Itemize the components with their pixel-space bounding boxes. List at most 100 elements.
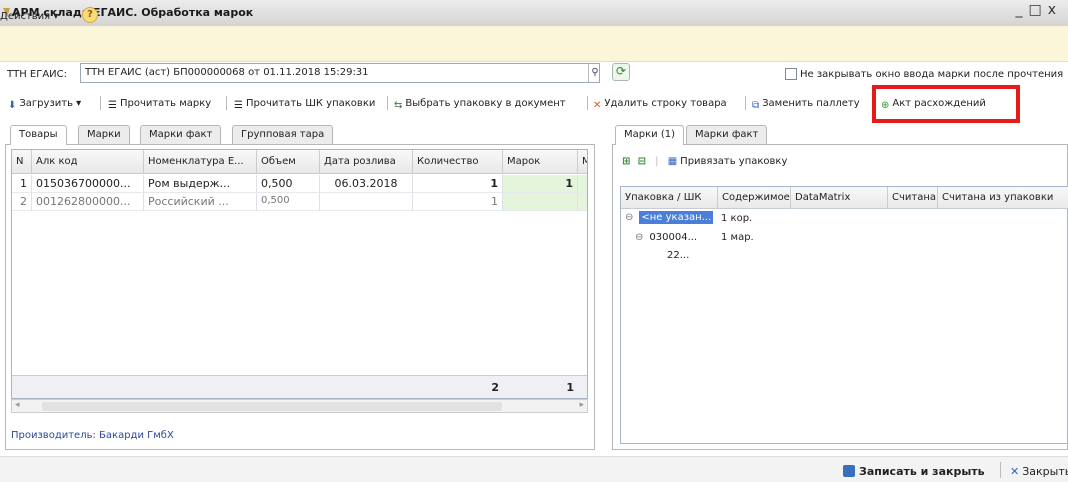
tree-row[interactable]: ⊖ 030004... 1 мар.	[635, 232, 754, 250]
pack-content: 1 кор.	[721, 213, 753, 224]
table-icon: ▦	[667, 156, 678, 167]
tab-marks[interactable]: Марки	[78, 125, 130, 144]
col-read[interactable]: Считана	[888, 187, 938, 209]
toolbar-separator	[745, 96, 746, 110]
collapse-node-icon[interactable]: ⊖	[635, 232, 643, 243]
expand-tree-icon[interactable]: ⊞	[622, 156, 630, 167]
pack-content: 1 мар.	[721, 232, 754, 243]
barcode-icon: ☰	[108, 100, 117, 111]
nomenclature-cell: Ром выдерж...	[144, 175, 257, 193]
collapse-node-icon[interactable]: ⊖	[625, 212, 633, 223]
marks-cell: 1	[503, 175, 578, 193]
goods-table-header: N Алк код Номенклатура Е... Объем Дата р…	[12, 150, 587, 174]
select-pack-button[interactable]: ⇆ Выбрать упаковку в документ	[394, 98, 566, 111]
keep-open-checkbox[interactable]	[785, 68, 797, 80]
tab-marks-count[interactable]: Марки (1)	[615, 125, 684, 145]
col-marks[interactable]: Марок	[503, 150, 578, 174]
toolbar-separator	[387, 96, 388, 110]
document-field[interactable]: ТТН ЕГАИС (аст) БП000000068 от 01.11.201…	[80, 63, 600, 83]
ma-cell	[578, 193, 587, 211]
replace-pallet-button[interactable]: ⧉ Заменить паллету	[752, 98, 860, 111]
bottling-date-cell	[320, 193, 413, 211]
volume-cell: 0,500	[257, 193, 320, 211]
row-number: 1	[12, 175, 32, 193]
goods-table[interactable]: N Алк код Номенклатура Е... Объем Дата р…	[11, 149, 588, 399]
tab-marks-fact-right[interactable]: Марки факт	[686, 125, 768, 144]
tree-row[interactable]: 22...	[667, 250, 689, 268]
col-quantity[interactable]: Количество	[413, 150, 503, 174]
delete-icon: ✕	[593, 100, 602, 111]
row-number: 2	[12, 193, 32, 211]
table-row[interactable]: 1 015036700000... Ром выдерж... 0,500 06…	[12, 175, 587, 193]
maximize-icon[interactable]: □	[1028, 2, 1047, 18]
window-controls[interactable]: _□x	[1015, 2, 1062, 18]
ma-cell	[578, 175, 587, 193]
tab-marks-fact[interactable]: Марки факт	[140, 125, 222, 144]
col-read-from-pack[interactable]: Считана из упаковки	[938, 187, 1068, 209]
load-button[interactable]: ⬇ Загрузить ▾	[8, 98, 81, 111]
highlight-frame	[872, 85, 1020, 123]
col-pack-barcode[interactable]: Упаковка / ШК	[621, 187, 718, 209]
pack-name: <не указан...	[639, 211, 714, 224]
scroll-left-icon[interactable]: ◂	[15, 400, 20, 410]
actions-menu[interactable]: Действия ▾	[0, 11, 58, 22]
col-ma[interactable]: Ма	[578, 150, 587, 174]
save-icon	[843, 465, 855, 477]
alc-code-cell: 015036700000...	[32, 175, 144, 193]
barcode-icon: ☰	[234, 100, 243, 111]
toolbar-separator	[226, 96, 227, 110]
bottom-separator	[1000, 462, 1001, 478]
toolbar-separator	[100, 96, 101, 110]
help-icon[interactable]: ?	[82, 7, 98, 23]
download-icon: ⬇	[8, 100, 17, 111]
col-alc-code[interactable]: Алк код	[32, 150, 144, 174]
minimize-icon[interactable]: _	[1015, 2, 1028, 18]
tab-group-pack[interactable]: Групповая тара	[232, 125, 334, 144]
marks-table-header: Упаковка / ШК Содержимое DataMatrix Счит…	[621, 187, 1068, 209]
pack-name: 030004...	[649, 232, 698, 243]
toolbar-separator	[587, 96, 588, 110]
producer-link[interactable]: Производитель: Бакарди ГмбХ	[11, 430, 174, 441]
menu-bar	[0, 26, 1068, 62]
quantity-cell: 1	[413, 175, 503, 193]
alc-code-cell: 001262800000...	[32, 193, 144, 211]
total-quantity: 2	[491, 381, 499, 394]
collapse-tree-icon[interactable]: ⊟	[638, 156, 646, 167]
col-bottling-date[interactable]: Дата розлива	[320, 150, 413, 174]
refresh-icon[interactable]: ⟳	[612, 63, 630, 81]
search-icon[interactable]: ⚲	[588, 64, 601, 82]
totals-row: 2 1	[12, 375, 587, 398]
close-icon: ✕	[1010, 465, 1020, 478]
quantity-cell: 1	[413, 193, 503, 211]
col-content[interactable]: Содержимое	[718, 187, 791, 209]
total-marks: 1	[566, 381, 574, 394]
document-label: ТТН ЕГАИС:	[7, 69, 68, 80]
read-pack-barcode-button[interactable]: ☰ Прочитать ШК упаковки	[234, 98, 375, 111]
mark-code: 22...	[667, 250, 690, 261]
volume-cell: 0,500	[257, 175, 320, 193]
pallet-icon: ⧉	[752, 100, 760, 111]
table-row[interactable]: 2 001262800000... Российский ... 0,500 1	[12, 193, 587, 211]
col-datamatrix[interactable]: DataMatrix	[791, 187, 888, 209]
col-nomenclature[interactable]: Номенклатура Е...	[144, 150, 257, 174]
close-button[interactable]: ✕ Закрыть	[1010, 465, 1068, 478]
close-window-icon[interactable]: x	[1048, 2, 1062, 18]
bottling-date-cell: 06.03.2018	[320, 175, 413, 193]
pack-select-icon: ⇆	[394, 100, 403, 111]
tree-row[interactable]: ⊖ <не указан... 1 кор.	[625, 211, 752, 230]
keep-open-label: Не закрывать окно ввода марки после проч…	[800, 69, 1064, 80]
col-volume[interactable]: Объем	[257, 150, 320, 174]
save-close-button[interactable]: Записать и закрыть	[843, 465, 985, 478]
nomenclature-cell: Российский ...	[144, 193, 257, 211]
scroll-right-icon[interactable]: ▸	[579, 400, 584, 410]
delete-row-button[interactable]: ✕ Удалить строку товара	[593, 98, 727, 111]
marks-table[interactable]: Упаковка / ШК Содержимое DataMatrix Счит…	[620, 186, 1068, 444]
marks-toolbar: ⊞ ⊟ | ▦ Привязать упаковку	[622, 156, 788, 167]
read-mark-button[interactable]: ☰ Прочитать марку	[108, 98, 211, 111]
tab-goods[interactable]: Товары	[10, 125, 67, 145]
scroll-thumb[interactable]	[42, 402, 502, 411]
horizontal-scrollbar[interactable]: ◂ ▸	[11, 399, 588, 413]
marks-cell	[503, 193, 578, 211]
col-n[interactable]: N	[12, 150, 32, 174]
bind-pack-button[interactable]: ▦ Привязать упаковку	[668, 156, 788, 167]
